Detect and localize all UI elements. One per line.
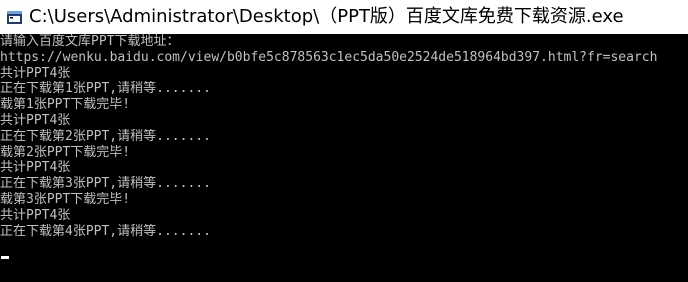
console-line: 正在下载第2张PPT,请稍等....... [0, 128, 211, 144]
console-app-icon [7, 10, 22, 24]
console-line: 载第3张PPT下载完毕! [0, 191, 131, 207]
title-bar[interactable]: C:\Users\Administrator\Desktop\（PPT版）百度文… [0, 0, 688, 34]
console-line: 共计PPT4张 [0, 207, 71, 223]
window-title: C:\Users\Administrator\Desktop\（PPT版）百度文… [29, 6, 624, 27]
console-line: 正在下载第4张PPT,请稍等....... [0, 223, 211, 239]
console-line: 共计PPT4张 [0, 160, 71, 176]
text-cursor [1, 256, 9, 259]
console-line: 正在下载第3张PPT,请稍等....... [0, 176, 211, 192]
console-line: 共计PPT4张 [0, 112, 71, 128]
console-line: 请输入百度文库PPT下载地址： [0, 34, 180, 49]
console-line: https://wenku.baidu.com/view/b0bfe5c8785… [0, 49, 658, 65]
console-line: 共计PPT4张 [0, 65, 71, 81]
console-window: C:\Users\Administrator\Desktop\（PPT版）百度文… [0, 0, 688, 282]
console-line: 载第2张PPT下载完毕! [0, 144, 131, 160]
console-line: 载第1张PPT下载完毕! [0, 97, 131, 113]
console-line: 正在下载第1张PPT,请稍等....... [0, 81, 211, 97]
console-output[interactable]: 请输入百度文库PPT下载地址： https://wenku.baidu.com/… [0, 34, 688, 282]
